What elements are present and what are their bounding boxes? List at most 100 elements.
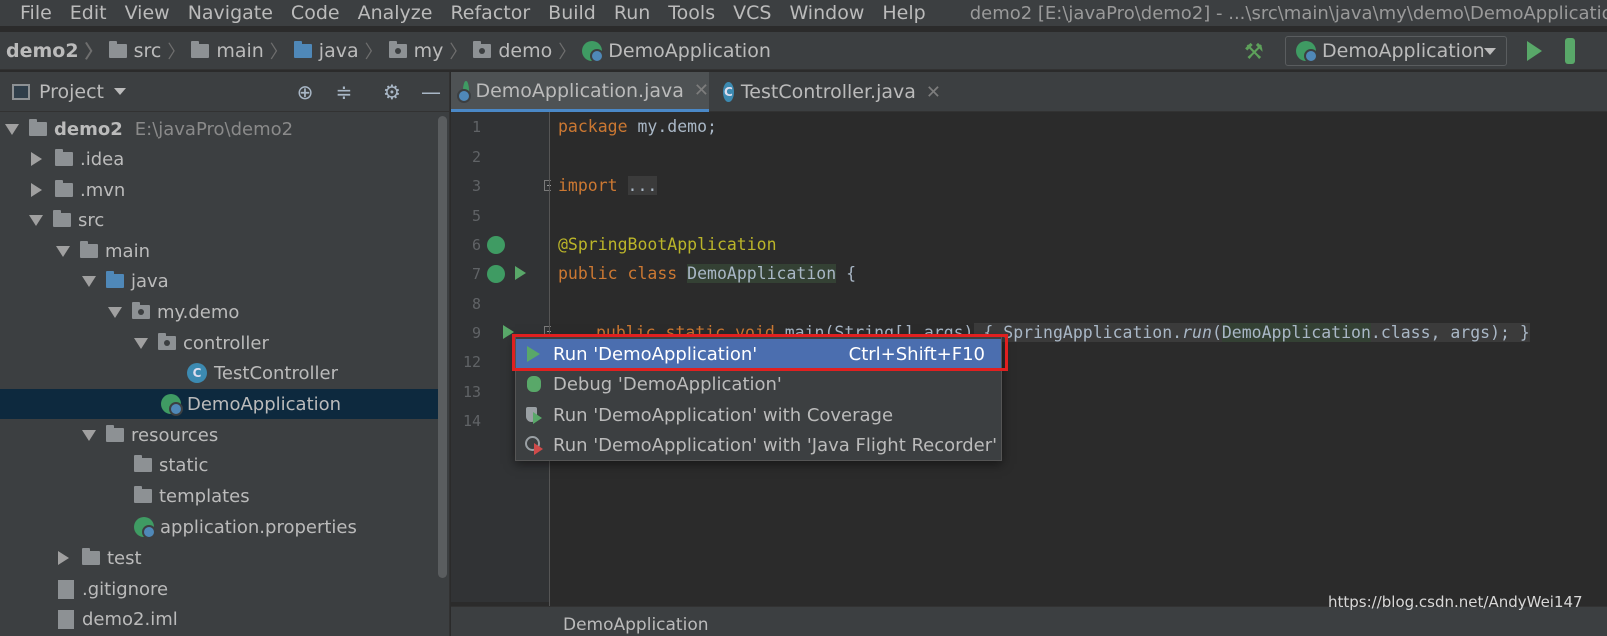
breadcrumb-src[interactable]: src 〉	[108, 38, 192, 64]
tree-item-label: static	[159, 454, 209, 476]
breadcrumb-label: demo2	[6, 39, 79, 62]
tab-label: TestController.java	[740, 81, 916, 103]
debug-icon[interactable]	[1563, 36, 1607, 66]
folded-imports[interactable]: ...	[627, 176, 658, 195]
run-configuration-select[interactable]: DemoApplication	[1285, 36, 1507, 66]
code-text: , args); }	[1430, 323, 1530, 342]
tree-item-controller[interactable]: controller	[0, 328, 440, 358]
keyword: public class	[558, 264, 678, 283]
breadcrumb-java[interactable]: java 〉	[293, 38, 389, 64]
tree-item-label: .idea	[80, 148, 125, 170]
expand-arrow-icon	[108, 306, 122, 318]
locate-target-icon[interactable]: ⊕	[294, 81, 316, 103]
tree-item-testcontroller[interactable]: C TestController	[0, 358, 440, 388]
tree-item-label: controller	[183, 332, 269, 354]
popup-item-label: Run 'DemoApplication' with Coverage	[553, 404, 894, 426]
breadcrumb-separator-icon: 〉	[84, 41, 103, 63]
menu-run[interactable]: Run	[614, 2, 650, 24]
tree-item-label: main	[105, 240, 150, 262]
package-icon	[132, 302, 150, 319]
tab-demoapplication[interactable]: DemoApplication.java ✕	[451, 72, 709, 112]
tree-item-java[interactable]: java	[0, 266, 440, 296]
project-scrollbar[interactable]	[438, 116, 447, 578]
tree-item-mvn[interactable]: .mvn	[0, 175, 440, 205]
tree-item-src[interactable]: src	[0, 205, 440, 235]
folder-icon	[55, 180, 73, 197]
breadcrumb-label: demo	[498, 39, 553, 62]
line-number: 6	[471, 236, 481, 254]
close-icon[interactable]: ✕	[694, 80, 709, 101]
tree-item-idea[interactable]: .idea	[0, 144, 440, 174]
project-panel-title[interactable]: Project	[39, 81, 104, 103]
chevron-down-icon[interactable]	[114, 88, 127, 95]
breadcrumb-my[interactable]: my 〉	[388, 38, 474, 64]
menu-navigate[interactable]: Navigate	[188, 2, 273, 24]
menu-code[interactable]: Code	[291, 2, 340, 24]
spring-boot-icon	[1296, 41, 1318, 63]
menu-build[interactable]: Build	[548, 2, 596, 24]
breadcrumb-separator-icon: 〉	[558, 41, 577, 63]
breadcrumb-label: main	[216, 39, 264, 62]
collapse-arrow-icon	[31, 152, 42, 166]
menu-file[interactable]: File	[20, 2, 52, 24]
popup-debug[interactable]: Debug 'DemoApplication'	[516, 369, 1001, 399]
tree-item-my-demo[interactable]: my.demo	[0, 297, 440, 327]
breadcrumb-project[interactable]: demo2 〉	[6, 38, 109, 64]
folder-icon	[82, 548, 100, 565]
tree-item-application-properties[interactable]: application.properties	[0, 512, 440, 542]
breadcrumb-main[interactable]: main 〉	[191, 38, 293, 64]
tree-item-templates[interactable]: templates	[0, 481, 440, 511]
tree-item-label: application.properties	[160, 516, 357, 538]
tree-item-demoapplication[interactable]: DemoApplication	[0, 389, 440, 419]
line-number: 9	[471, 324, 481, 342]
close-icon[interactable]: ✕	[926, 82, 941, 103]
folder-icon	[108, 40, 127, 58]
collapse-arrow-icon	[31, 183, 42, 197]
menu-edit[interactable]: Edit	[70, 2, 107, 24]
tree-item-main[interactable]: main	[0, 236, 440, 266]
folder-icon	[53, 210, 71, 227]
menu-help[interactable]: Help	[882, 2, 925, 24]
tree-item-demo2[interactable]: demo2 E:\javaPro\demo2	[0, 114, 440, 144]
menu-vcs[interactable]: VCS	[733, 2, 771, 24]
menu-analyze[interactable]: Analyze	[358, 2, 433, 24]
menu-view[interactable]: View	[125, 2, 170, 24]
expand-arrow-icon	[29, 214, 43, 226]
collapse-all-icon[interactable]: ≑	[333, 81, 355, 103]
menu-tools[interactable]: Tools	[668, 2, 715, 24]
build-hammer-icon[interactable]: ⚒	[1244, 40, 1268, 65]
tree-item-label: resources	[131, 424, 219, 446]
editor-tabs: DemoApplication.java ✕ C TestController.…	[451, 72, 1607, 112]
popup-run-flight-recorder[interactable]: Run 'DemoApplication' with 'Java Flight …	[516, 430, 1001, 460]
spring-bean-gutter-icon[interactable]	[487, 236, 505, 254]
menu-window[interactable]: Window	[789, 2, 864, 24]
breadcrumb-separator-icon: 〉	[364, 41, 383, 63]
spring-bean-gutter-icon[interactable]	[487, 265, 505, 283]
run-gutter-icon[interactable]	[515, 266, 526, 280]
spring-boot-class-icon	[457, 80, 473, 103]
breadcrumb-demo[interactable]: demo 〉	[473, 38, 582, 64]
method-call: run	[1182, 323, 1212, 342]
tree-item-label: src	[78, 209, 105, 231]
line-number: 2	[471, 148, 481, 166]
breadcrumb-demoapplication[interactable]: DemoApplication	[582, 40, 771, 63]
menu-refactor[interactable]: Refactor	[450, 2, 530, 24]
keyword: import	[558, 176, 618, 195]
editor-breadcrumb[interactable]: DemoApplication	[563, 615, 709, 635]
run-icon[interactable]	[1527, 41, 1542, 61]
tab-testcontroller[interactable]: C TestController.java ✕	[711, 72, 941, 112]
minimize-icon[interactable]: —	[420, 81, 442, 103]
tree-item-gitignore[interactable]: .gitignore	[0, 574, 440, 604]
code-line-3: import ...	[558, 176, 658, 195]
highlight-annotation-box	[512, 334, 1008, 371]
popup-run-coverage[interactable]: Run 'DemoApplication' with Coverage	[516, 400, 1001, 430]
tree-item-resources[interactable]: resources	[0, 420, 440, 450]
line-number: 13	[462, 383, 481, 401]
code-text: (	[1211, 323, 1222, 342]
tree-item-demo2-iml[interactable]: demo2.iml	[0, 604, 440, 634]
tree-item-test[interactable]: test	[0, 543, 440, 573]
tree-item-static[interactable]: static	[0, 450, 440, 480]
gear-icon[interactable]: ⚙	[381, 81, 403, 103]
popup-item-label: Debug 'DemoApplication'	[553, 373, 782, 395]
breadcrumb-separator-icon: 〉	[449, 41, 468, 63]
